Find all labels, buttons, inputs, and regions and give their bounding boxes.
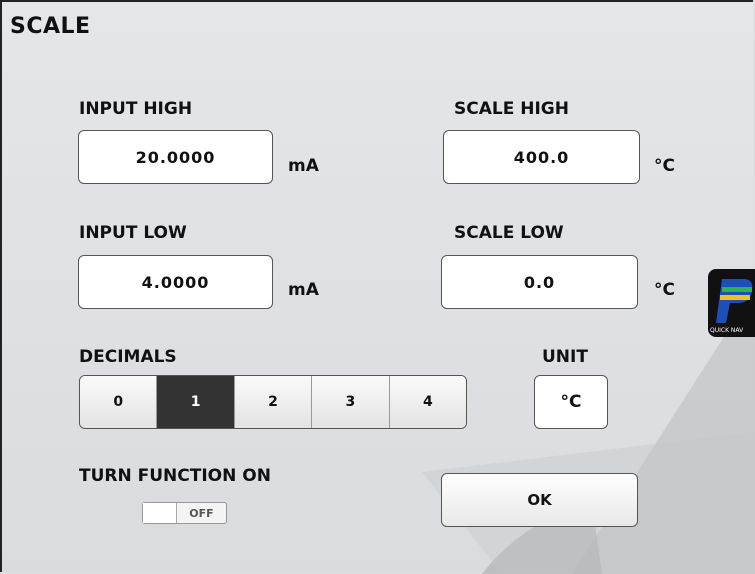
input-high-unit: mA <box>288 156 319 176</box>
unit-button[interactable]: °C <box>534 375 608 429</box>
turn-function-toggle[interactable]: OFF <box>142 502 227 524</box>
decimals-option-3[interactable]: 3 <box>312 376 390 428</box>
input-low-field[interactable]: 4.0000 <box>78 255 273 309</box>
decimals-selector: 0 1 2 3 4 <box>79 375 467 429</box>
toggle-state: OFF <box>189 506 214 520</box>
input-low-label: INPUT LOW <box>79 223 187 243</box>
scale-dialog: SCALE INPUT HIGH 20.0000 mA SCALE HIGH 4… <box>0 0 755 574</box>
scale-low-field[interactable]: 0.0 <box>441 255 638 309</box>
decimals-option-0[interactable]: 0 <box>80 376 158 428</box>
input-high-field[interactable]: 20.0000 <box>78 130 273 184</box>
quick-nav-button[interactable]: QUICK NAV <box>708 269 755 337</box>
toggle-knob <box>143 503 177 523</box>
quick-nav-label: QUICK NAV <box>710 327 744 334</box>
scale-high-label: SCALE HIGH <box>454 99 569 119</box>
decimals-option-4[interactable]: 4 <box>389 376 466 428</box>
input-low-unit: mA <box>288 280 319 300</box>
unit-label: UNIT <box>542 347 588 367</box>
scale-low-unit: °C <box>654 280 675 300</box>
scale-low-label: SCALE LOW <box>454 223 564 243</box>
decimals-option-2[interactable]: 2 <box>234 376 313 428</box>
scale-high-field[interactable]: 400.0 <box>443 130 640 184</box>
ok-button[interactable]: OK <box>441 473 638 527</box>
input-high-label: INPUT HIGH <box>79 99 193 119</box>
scale-high-unit: °C <box>654 156 675 176</box>
page-title: SCALE <box>10 14 91 39</box>
turn-function-label: TURN FUNCTION ON <box>79 466 271 486</box>
decimals-option-1[interactable]: 1 <box>157 376 235 428</box>
decimals-label: DECIMALS <box>79 347 177 367</box>
